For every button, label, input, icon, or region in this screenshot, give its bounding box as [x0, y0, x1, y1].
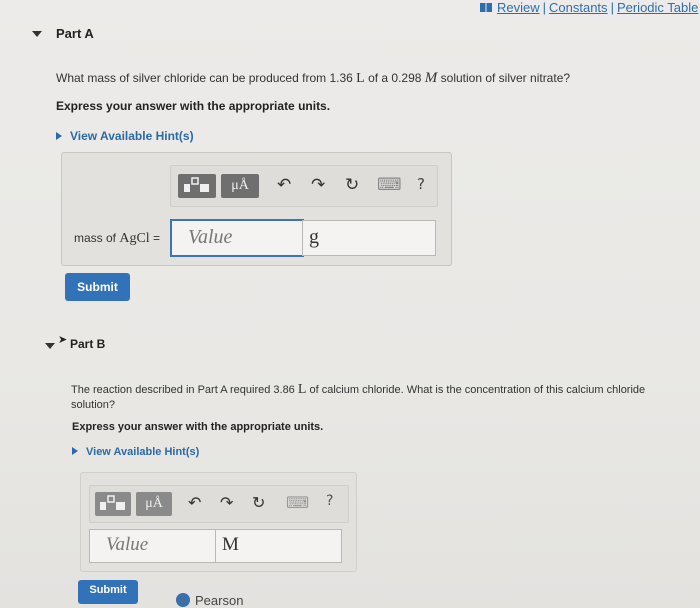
help-icon[interactable]: ? — [417, 175, 425, 193]
play-icon — [72, 447, 78, 455]
part-a-submit-button[interactable]: Submit — [65, 273, 130, 301]
part-b-math-toolbar: μÅ ↶ ↷ ↻ ⌨ ? — [89, 485, 349, 523]
units-button[interactable]: μÅ — [136, 492, 172, 516]
help-icon[interactable]: ? — [326, 493, 333, 509]
part-a-hint-toggle[interactable]: View Available Hint(s) — [56, 129, 194, 143]
undo-icon[interactable]: ↶ — [188, 493, 201, 512]
collapse-part-b-icon[interactable] — [45, 343, 55, 349]
redo-icon[interactable]: ↷ — [311, 175, 325, 195]
templates-button[interactable] — [178, 174, 216, 198]
templates-button[interactable] — [95, 492, 131, 516]
pearson-logo-icon — [176, 593, 190, 607]
part-a-answer-box: μÅ ↶ ↷ ↻ ⌨ ? mass of AgCl = Value g — [61, 152, 452, 266]
part-b-hint-toggle[interactable]: View Available Hint(s) — [72, 446, 199, 458]
part-b-question: The reaction described in Part A require… — [71, 382, 646, 411]
top-links: Review | Constants | Periodic Table — [480, 0, 700, 16]
book-icon — [480, 0, 492, 12]
part-b-answer-box: μÅ ↶ ↷ ↻ ⌨ ? Value M — [80, 472, 357, 572]
separator: | — [542, 0, 547, 15]
periodic-table-link[interactable]: Periodic Table — [617, 0, 698, 15]
keyboard-icon[interactable]: ⌨ — [286, 493, 309, 512]
part-a-value-input[interactable]: Value — [170, 219, 304, 257]
part-a-title: Part A — [56, 26, 94, 41]
constants-link[interactable]: Constants — [549, 0, 608, 15]
reset-icon[interactable]: ↻ — [345, 175, 359, 195]
part-b-value-input[interactable]: Value — [89, 529, 216, 563]
units-button[interactable]: μÅ — [221, 174, 259, 198]
cursor-icon: ➤ — [58, 334, 68, 346]
pearson-brand: Pearson — [176, 591, 243, 608]
part-b-instructions: Express your answer with the appropriate… — [72, 421, 324, 433]
collapse-part-a-icon[interactable] — [32, 31, 42, 37]
reset-icon[interactable]: ↻ — [252, 493, 265, 512]
part-a-answer-label: mass of AgCl = — [74, 231, 161, 246]
review-link[interactable]: Review — [497, 0, 540, 15]
keyboard-icon[interactable]: ⌨ — [377, 175, 402, 195]
page: Review | Constants | Periodic Table Part A W… — [0, 0, 700, 608]
part-a-question: What mass of silver chloride can be prod… — [56, 70, 571, 87]
part-b-title: Part B — [70, 337, 106, 351]
part-a-unit-input[interactable]: g — [302, 220, 436, 256]
undo-icon[interactable]: ↶ — [277, 175, 291, 195]
part-b-submit-button[interactable]: Submit — [78, 580, 138, 604]
redo-icon[interactable]: ↷ — [220, 493, 233, 512]
part-a-math-toolbar: μÅ ↶ ↷ ↻ ⌨ ? — [170, 165, 438, 207]
play-icon — [56, 132, 62, 140]
part-b-unit-input[interactable]: M — [215, 529, 342, 563]
separator: | — [610, 0, 614, 15]
part-a-instructions: Express your answer with the appropriate… — [56, 99, 331, 113]
